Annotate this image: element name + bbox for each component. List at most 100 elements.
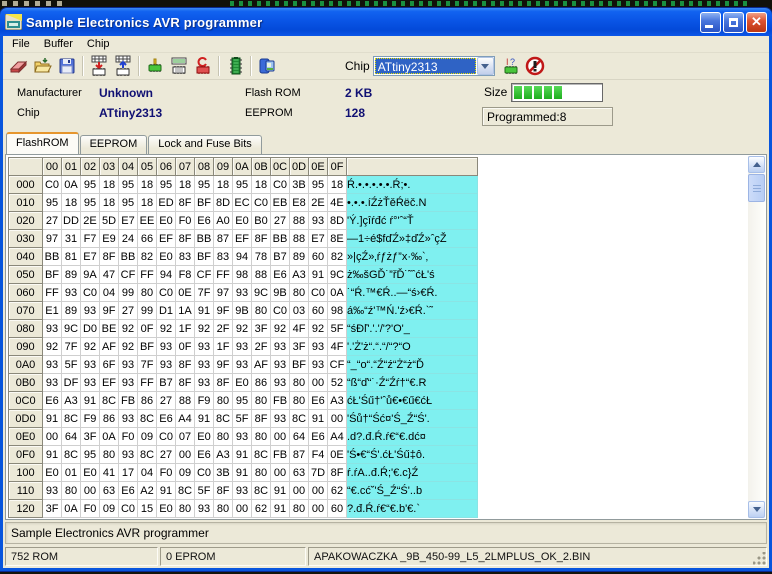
hex-byte-cell[interactable]: 8C [214, 410, 233, 428]
scroll-down-button[interactable] [748, 501, 765, 518]
hex-byte-cell[interactable]: 93 [195, 374, 214, 392]
hex-byte-cell[interactable]: 93 [43, 356, 62, 374]
hex-byte-cell[interactable]: 80 [252, 302, 271, 320]
hex-byte-cell[interactable]: 15 [138, 500, 157, 518]
hex-byte-cell[interactable]: 8C [62, 446, 81, 464]
hex-byte-cell[interactable]: 80 [214, 392, 233, 410]
hex-byte-cell[interactable]: F9 [195, 392, 214, 410]
hex-byte-cell[interactable]: 0A [62, 500, 81, 518]
hex-byte-cell[interactable]: 8C [252, 446, 271, 464]
hex-byte-cell[interactable]: EB [271, 194, 290, 212]
hex-byte-cell[interactable]: CF [328, 356, 347, 374]
hex-byte-cell[interactable]: 60 [309, 248, 328, 266]
hex-byte-cell[interactable]: 93 [81, 374, 100, 392]
write-chip-button[interactable] [87, 55, 111, 78]
hex-byte-cell[interactable]: 60 [309, 302, 328, 320]
hex-byte-cell[interactable]: A4 [176, 410, 195, 428]
hex-byte-cell[interactable]: E0 [233, 212, 252, 230]
hex-byte-cell[interactable]: 93 [271, 410, 290, 428]
hex-byte-cell[interactable]: 80 [214, 428, 233, 446]
hex-byte-cell[interactable]: F4 [309, 446, 328, 464]
hex-byte-cell[interactable]: 18 [328, 176, 347, 194]
hex-byte-cell[interactable]: 5F [328, 320, 347, 338]
hex-byte-cell[interactable]: 94 [157, 266, 176, 284]
hex-byte-cell[interactable]: 63 [100, 482, 119, 500]
hex-byte-cell[interactable]: E7 [309, 230, 328, 248]
hex-byte-cell[interactable]: BE [100, 320, 119, 338]
hex-byte-cell[interactable]: FB [119, 392, 138, 410]
hex-byte-cell[interactable]: 91 [195, 302, 214, 320]
hex-byte-cell[interactable]: 00 [176, 446, 195, 464]
hex-byte-cell[interactable]: 1F [176, 320, 195, 338]
hex-byte-cell[interactable]: B7 [157, 374, 176, 392]
hex-byte-cell[interactable]: 95 [119, 176, 138, 194]
hex-byte-cell[interactable]: F9 [81, 410, 100, 428]
hex-byte-cell[interactable]: 95 [157, 176, 176, 194]
hex-byte-cell[interactable]: 9A [81, 266, 100, 284]
verify-chip-button[interactable] [167, 55, 191, 78]
hex-byte-cell[interactable]: 83 [214, 248, 233, 266]
hex-byte-cell[interactable]: 93 [119, 410, 138, 428]
hex-byte-cell[interactable]: E1 [43, 302, 62, 320]
hex-byte-cell[interactable]: 93 [119, 356, 138, 374]
hex-byte-cell[interactable]: 9F [214, 356, 233, 374]
hex-byte-cell[interactable]: 80 [62, 482, 81, 500]
hex-byte-cell[interactable]: 91 [81, 392, 100, 410]
cancel-button[interactable] [523, 55, 547, 78]
hex-byte-cell[interactable]: 01 [62, 464, 81, 482]
vertical-scrollbar[interactable] [748, 156, 765, 518]
hex-byte-cell[interactable]: A0 [214, 212, 233, 230]
hex-byte-cell[interactable]: BB [43, 248, 62, 266]
hex-byte-cell[interactable]: 8F [252, 230, 271, 248]
hex-byte-cell[interactable]: E9 [100, 230, 119, 248]
hex-byte-cell[interactable]: 00 [271, 428, 290, 446]
hex-byte-cell[interactable]: 8F [176, 230, 195, 248]
hex-byte-cell[interactable]: FB [271, 392, 290, 410]
hex-byte-cell[interactable]: FF [138, 374, 157, 392]
hex-byte-cell[interactable]: F0 [176, 212, 195, 230]
hex-byte-cell[interactable]: 6F [100, 356, 119, 374]
hex-byte-cell[interactable]: 24 [119, 230, 138, 248]
hex-byte-cell[interactable]: 9F [100, 302, 119, 320]
hex-byte-cell[interactable]: 8C [100, 392, 119, 410]
hex-byte-cell[interactable]: DF [62, 374, 81, 392]
hex-byte-cell[interactable]: 09 [100, 500, 119, 518]
hex-byte-cell[interactable]: 8C [290, 410, 309, 428]
hex-byte-cell[interactable]: 88 [290, 230, 309, 248]
hex-byte-cell[interactable]: 93 [195, 338, 214, 356]
hex-byte-cell[interactable]: E6 [195, 446, 214, 464]
hex-byte-cell[interactable]: C0 [195, 464, 214, 482]
chip-combobox-dropdown-button[interactable] [477, 57, 494, 75]
hex-byte-cell[interactable]: C0 [271, 302, 290, 320]
hex-byte-cell[interactable]: 7F [195, 284, 214, 302]
hex-byte-cell[interactable]: 88 [176, 392, 195, 410]
hex-byte-cell[interactable]: 9F [214, 302, 233, 320]
read-chip-button[interactable] [111, 55, 135, 78]
hex-byte-cell[interactable]: 18 [138, 176, 157, 194]
hex-byte-cell[interactable]: 91 [233, 446, 252, 464]
hex-byte-cell[interactable]: 9C [252, 284, 271, 302]
hex-byte-cell[interactable]: 93 [43, 482, 62, 500]
hex-byte-cell[interactable]: 80 [290, 500, 309, 518]
hex-byte-cell[interactable]: 93 [271, 374, 290, 392]
hex-byte-cell[interactable]: E6 [271, 266, 290, 284]
hex-byte-cell[interactable]: 62 [252, 500, 271, 518]
hex-byte-cell[interactable]: 91 [195, 410, 214, 428]
hex-byte-cell[interactable]: 41 [100, 464, 119, 482]
hex-byte-cell[interactable]: 3F [290, 338, 309, 356]
hex-byte-cell[interactable]: 00 [271, 464, 290, 482]
hex-byte-cell[interactable]: 94 [233, 248, 252, 266]
hex-byte-cell[interactable]: 18 [214, 176, 233, 194]
hex-byte-cell[interactable]: 0E [328, 446, 347, 464]
hex-byte-cell[interactable]: 95 [81, 194, 100, 212]
hex-byte-cell[interactable]: 5D [100, 212, 119, 230]
hex-byte-cell[interactable]: 5F [233, 410, 252, 428]
hex-byte-cell[interactable]: 86 [252, 374, 271, 392]
hex-byte-cell[interactable]: 89 [62, 266, 81, 284]
hex-byte-cell[interactable]: 63 [290, 464, 309, 482]
hex-byte-cell[interactable]: 92 [309, 320, 328, 338]
hex-byte-cell[interactable]: 18 [100, 194, 119, 212]
hex-byte-cell[interactable]: 93 [233, 482, 252, 500]
hex-byte-cell[interactable]: B7 [271, 248, 290, 266]
hex-byte-cell[interactable]: 8D [214, 194, 233, 212]
